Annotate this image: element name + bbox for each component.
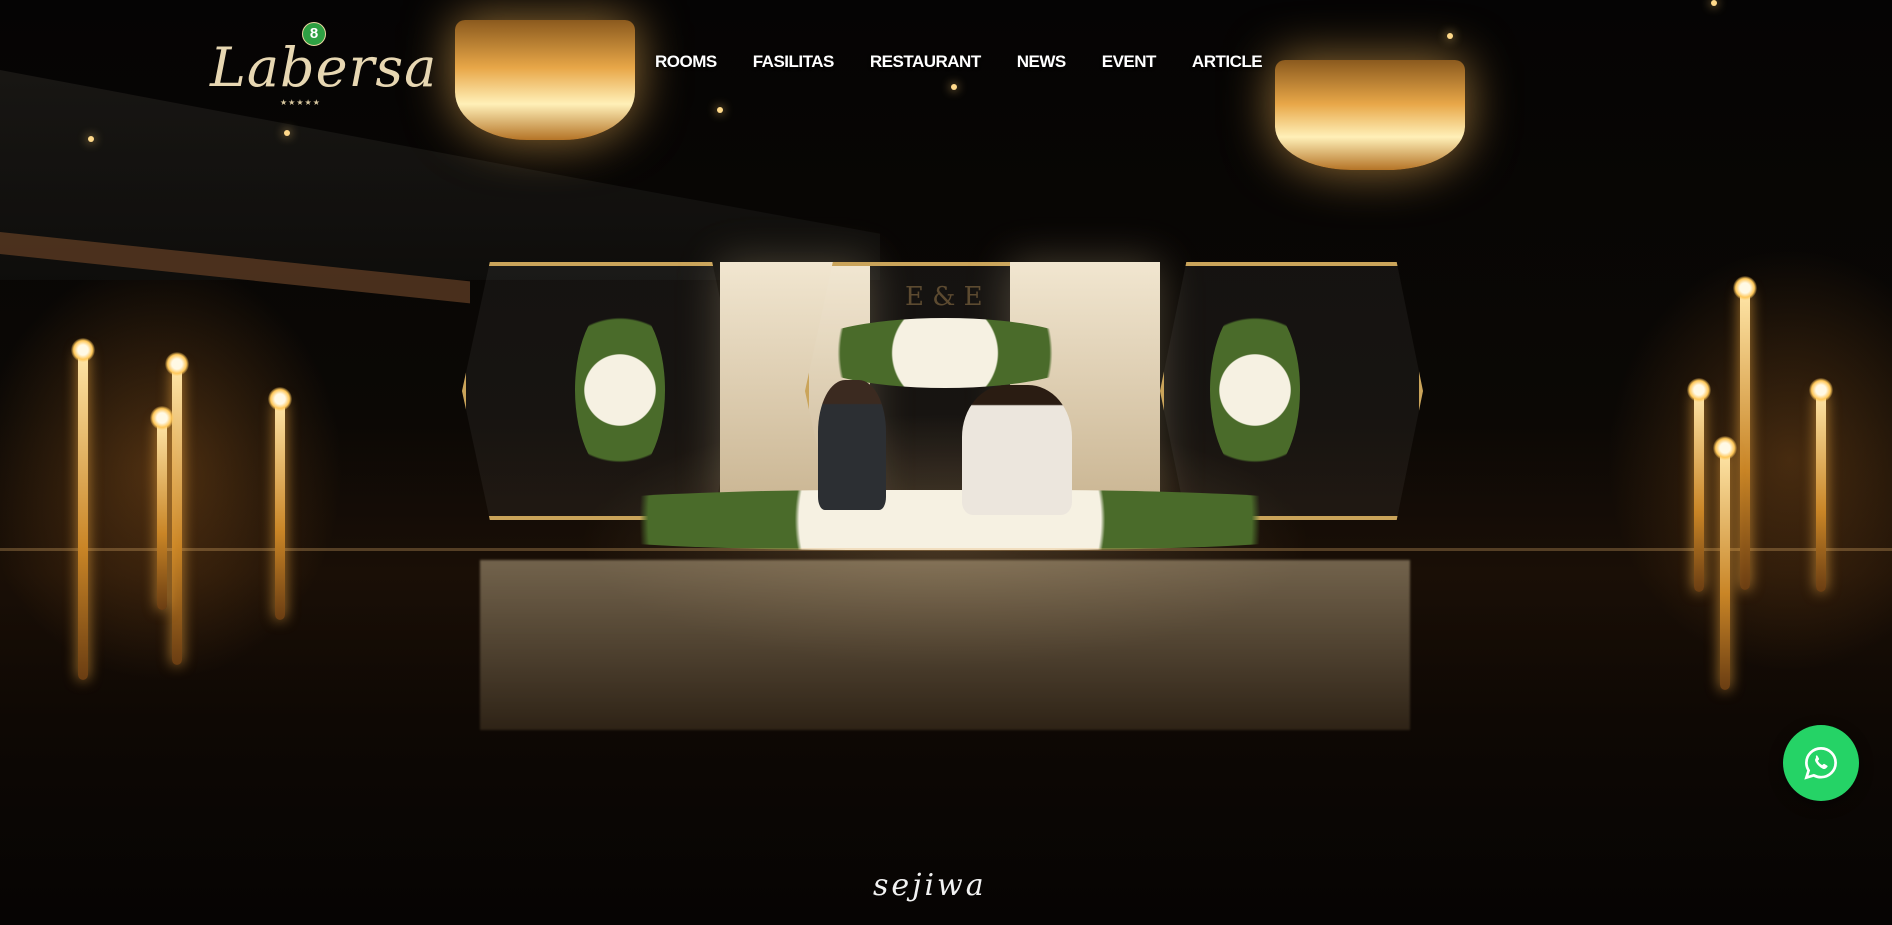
logo-wordmark: Labersa <box>210 36 438 99</box>
candle-flame <box>71 338 95 362</box>
candle <box>172 365 182 665</box>
candle-flame <box>150 406 174 430</box>
string-light <box>1711 0 1717 6</box>
candle-flame <box>1733 276 1757 300</box>
candle-flame <box>165 352 189 376</box>
candle <box>1740 290 1750 590</box>
nav-news[interactable]: NEWS <box>1017 52 1067 72</box>
candle <box>157 420 167 610</box>
stage-reflection <box>480 560 1410 730</box>
string-light <box>284 130 290 136</box>
groom-figure <box>818 380 886 510</box>
bride-figure <box>962 385 1072 515</box>
whatsapp-button[interactable] <box>1783 725 1859 801</box>
candle <box>78 350 88 680</box>
nav-event[interactable]: EVENT <box>1102 52 1157 72</box>
string-light <box>951 84 957 90</box>
string-light <box>1447 33 1453 39</box>
candle-flame <box>268 387 292 411</box>
candle <box>1694 392 1704 592</box>
flower-column-right <box>1210 300 1300 480</box>
nav-fasilitas[interactable]: FASILITAS <box>753 52 835 72</box>
string-light <box>717 107 723 113</box>
main-nav: ROOMS FASILITAS RESTAURANT NEWS EVENT AR… <box>655 52 1263 72</box>
flower-arch <box>800 318 1090 388</box>
flower-column-left <box>575 300 665 480</box>
logo-stars: ★★★★★ <box>280 98 321 107</box>
lantern-left <box>455 20 635 140</box>
candle <box>275 400 285 620</box>
candle <box>1720 450 1730 690</box>
flower-bed <box>520 490 1380 550</box>
nav-rooms[interactable]: ROOMS <box>655 52 717 72</box>
candle-flame <box>1809 378 1833 402</box>
hero-image: E & E sejiwa <box>0 0 1892 925</box>
nav-article[interactable]: ARTICLE <box>1192 52 1263 72</box>
candle-flame <box>1713 436 1737 460</box>
string-light <box>88 136 94 142</box>
candle-flame <box>1687 378 1711 402</box>
site-logo[interactable]: 8 Labersa ★★★★★ <box>210 22 436 108</box>
whatsapp-icon <box>1804 747 1837 780</box>
lantern-right <box>1275 60 1465 170</box>
candle <box>1816 392 1826 592</box>
photographer-watermark: sejiwa <box>873 868 987 903</box>
stage-initials: E & E <box>905 282 983 312</box>
nav-restaurant[interactable]: RESTAURANT <box>870 52 981 72</box>
